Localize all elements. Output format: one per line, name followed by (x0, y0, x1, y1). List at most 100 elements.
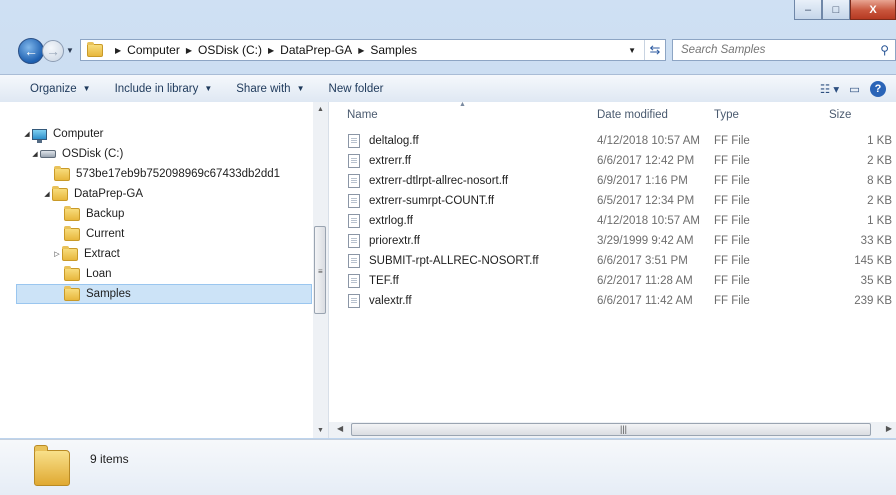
tree-item-hash-folder[interactable]: 573be17eb9b752098969c67433db2dd1 (54, 164, 280, 184)
horizontal-scrollbar[interactable]: ◀ ||| ▶ (329, 422, 896, 438)
scrollbar-thumb[interactable]: ≡ (314, 226, 326, 314)
collapsed-arrow-icon[interactable]: ▷ (52, 250, 62, 258)
tree-item-dataprep[interactable]: ◢ DataPrep-GA (42, 184, 143, 204)
address-history-dropdown-icon[interactable]: ▼ (628, 46, 636, 55)
preview-pane-icon[interactable]: ▭ (849, 82, 860, 96)
chevron-down-icon: ▼ (296, 84, 305, 93)
expand-arrow-icon[interactable]: ◢ (42, 190, 52, 198)
minimize-button[interactable]: – (794, 0, 822, 20)
file-name: extrerr.ff (369, 155, 411, 167)
tree-item-backup[interactable]: Backup (64, 204, 124, 224)
file-type: FF File (714, 255, 750, 267)
file-row[interactable]: TEF.ff 6/2/2017 11:28 AM FF File 35 KB (329, 272, 896, 292)
file-name: deltalog.ff (369, 135, 419, 147)
file-icon (348, 234, 360, 248)
tree-item-osdisk[interactable]: ◢ OSDisk (C:) (30, 144, 123, 164)
tree-item-label: Backup (86, 208, 125, 220)
scroll-down-icon[interactable]: ▼ (317, 427, 324, 434)
file-type: FF File (714, 175, 750, 187)
breadcrumb-arrow-icon[interactable]: ▶ (358, 46, 364, 55)
expand-arrow-icon[interactable]: ◢ (30, 150, 40, 158)
search-icon[interactable]: ⚲ (880, 43, 889, 57)
file-row[interactable]: extrerr-dtlrpt-allrec-nosort.ff 6/9/2017… (329, 172, 896, 192)
breadcrumb-osdisk[interactable]: OSDisk (C:) (198, 43, 262, 57)
column-size[interactable]: Size (829, 109, 851, 121)
file-type: FF File (714, 295, 750, 307)
scrollbar-thumb[interactable]: ||| (351, 423, 871, 436)
breadcrumb-computer[interactable]: Computer (127, 43, 180, 57)
new-folder-button[interactable]: New folder (317, 75, 396, 102)
refresh-icon[interactable]: ⇆ (644, 40, 665, 60)
folder-icon (62, 245, 78, 261)
tree-item-label: Samples (86, 288, 131, 300)
tree-item-label: Loan (86, 268, 112, 280)
tree-item-samples[interactable]: Samples (16, 284, 312, 304)
search-input[interactable] (679, 43, 863, 57)
file-size: 1 KB (867, 135, 892, 147)
file-date: 6/6/2017 12:42 PM (597, 155, 695, 167)
column-type[interactable]: Type (714, 109, 739, 121)
file-type: FF File (714, 155, 750, 167)
close-button[interactable]: X (850, 0, 896, 20)
folder-icon (54, 165, 70, 181)
maximize-button[interactable]: □ (822, 0, 850, 20)
file-row[interactable]: extrerr-sumrpt-COUNT.ff 6/5/2017 12:34 P… (329, 192, 896, 212)
file-row[interactable]: extrlog.ff 4/12/2018 10:57 AM FF File 1 … (329, 212, 896, 232)
file-type: FF File (714, 195, 750, 207)
breadcrumb-arrow-icon[interactable]: ▶ (115, 46, 121, 55)
back-button[interactable]: ← (18, 38, 44, 64)
explorer-window: – □ X ← → ▼ ▶ Computer ▶ OSDisk (C:) ▶ D… (0, 0, 896, 495)
file-size: 2 KB (867, 155, 892, 167)
help-icon[interactable]: ? (870, 80, 886, 97)
scroll-left-icon[interactable]: ◀ (337, 424, 343, 433)
scroll-up-icon[interactable]: ▲ (317, 106, 324, 113)
breadcrumb: ▶ Computer ▶ OSDisk (C:) ▶ DataPrep-GA ▶… (109, 43, 417, 57)
file-name: extrerr-sumrpt-COUNT.ff (369, 195, 495, 207)
toolbar-right: ☷ ▾ ▭ ? (820, 75, 896, 102)
command-toolbar: Organize ▼ Include in library ▼ Share with… (0, 74, 896, 103)
breadcrumb-arrow-icon[interactable]: ▶ (268, 46, 274, 55)
tree-item-label: Computer (53, 128, 104, 140)
forward-button[interactable]: → (42, 40, 64, 62)
file-row[interactable]: priorextr.ff 3/29/1999 9:42 AM FF File 3… (329, 232, 896, 252)
breadcrumb-arrow-icon[interactable]: ▶ (186, 46, 192, 55)
recent-pages-dropdown-icon[interactable]: ▼ (66, 46, 74, 55)
new-folder-label: New folder (328, 82, 384, 95)
view-options-icon[interactable]: ☷ ▾ (820, 82, 839, 96)
file-row[interactable]: deltalog.ff 4/12/2018 10:57 AM FF File 1… (329, 132, 896, 152)
sort-ascending-icon: ▲ (459, 101, 466, 108)
file-type: FF File (714, 275, 750, 287)
expand-arrow-icon[interactable]: ◢ (22, 130, 32, 138)
scroll-right-icon[interactable]: ▶ (886, 424, 892, 433)
navigation-pane: ◢ Computer ◢ OSDisk (C:) 573be17eb9b7520… (0, 102, 329, 438)
tree-item-loan[interactable]: Loan (64, 264, 112, 284)
tree-item-computer[interactable]: ◢ Computer (22, 124, 104, 144)
file-date: 4/12/2018 10:57 AM (597, 135, 700, 147)
chevron-down-icon: ▼ (204, 84, 213, 93)
file-type: FF File (714, 215, 750, 227)
search-box[interactable]: ⚲ (672, 39, 896, 61)
navigation-scrollbar[interactable]: ▲ ≡ ▼ (313, 102, 328, 438)
address-bar[interactable]: ▶ Computer ▶ OSDisk (C:) ▶ DataPrep-GA ▶… (80, 39, 666, 61)
file-row[interactable]: SUBMIT-rpt-ALLREC-NOSORT.ff 6/6/2017 3:5… (329, 252, 896, 272)
organize-label: Organize (30, 82, 77, 95)
drive-icon (40, 150, 56, 158)
file-size: 33 KB (860, 235, 892, 247)
file-row[interactable]: valextr.ff 6/6/2017 11:42 AM FF File 239… (329, 292, 896, 312)
tree-item-current[interactable]: Current (64, 224, 124, 244)
window-controls: – □ X (794, 0, 896, 22)
include-in-library-button[interactable]: Include in library ▼ (103, 75, 225, 102)
breadcrumb-samples[interactable]: Samples (370, 43, 417, 57)
file-row[interactable]: extrerr.ff 6/6/2017 12:42 PM FF File 2 K… (329, 152, 896, 172)
column-name[interactable]: Name (347, 109, 378, 121)
file-size: 8 KB (867, 175, 892, 187)
organize-button[interactable]: Organize ▼ (0, 75, 103, 102)
file-date: 6/5/2017 12:34 PM (597, 195, 695, 207)
file-icon (348, 214, 360, 228)
share-with-button[interactable]: Share with ▼ (224, 75, 316, 102)
tree-item-label: Current (86, 228, 125, 240)
column-date-modified[interactable]: Date modified (597, 109, 668, 121)
breadcrumb-dataprep[interactable]: DataPrep-GA (280, 43, 352, 57)
tree-item-extract[interactable]: ▷ Extract (52, 244, 120, 264)
file-icon (348, 194, 360, 208)
